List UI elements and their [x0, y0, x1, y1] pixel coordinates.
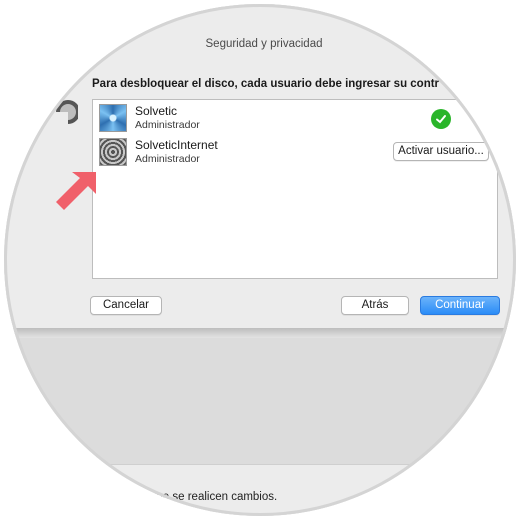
footer-bar: que se realicen cambios.: [4, 464, 516, 516]
user-avatar: [99, 104, 127, 132]
user-role: Administrador: [135, 153, 200, 165]
lock-icon[interactable]: [48, 98, 78, 132]
settings-panel: [4, 338, 516, 464]
cancel-button[interactable]: Cancelar: [90, 296, 162, 315]
user-list[interactable]: Solvetic Administrador SolveticInternet …: [92, 99, 498, 279]
back-button[interactable]: Atrás: [341, 296, 409, 315]
arrow-pointer-icon: [56, 172, 96, 210]
footer-text: que se realicen cambios.: [150, 491, 278, 503]
window-title: Seguridad y privacidad: [205, 38, 323, 50]
user-row-solvetic[interactable]: Solvetic Administrador: [99, 104, 491, 134]
user-row-solveticinternet[interactable]: SolveticInternet Administrador Activar u…: [99, 138, 491, 168]
user-role: Administrador: [135, 119, 200, 131]
user-avatar: [99, 138, 127, 166]
user-name: SolveticInternet: [135, 138, 218, 152]
instruction-text: Para desbloquear el disco, cada usuario …: [92, 78, 440, 90]
continue-button[interactable]: Continuar: [420, 296, 500, 315]
magnifier-view: Seguridad y privacidad que se realicen c…: [4, 4, 516, 516]
enable-user-button[interactable]: Activar usuario...: [393, 142, 489, 161]
user-name: Solvetic: [135, 104, 178, 118]
sheet-shadow: [4, 328, 516, 338]
checkmark-icon: [431, 109, 451, 129]
window-titlebar: Seguridad y privacidad: [4, 4, 516, 59]
